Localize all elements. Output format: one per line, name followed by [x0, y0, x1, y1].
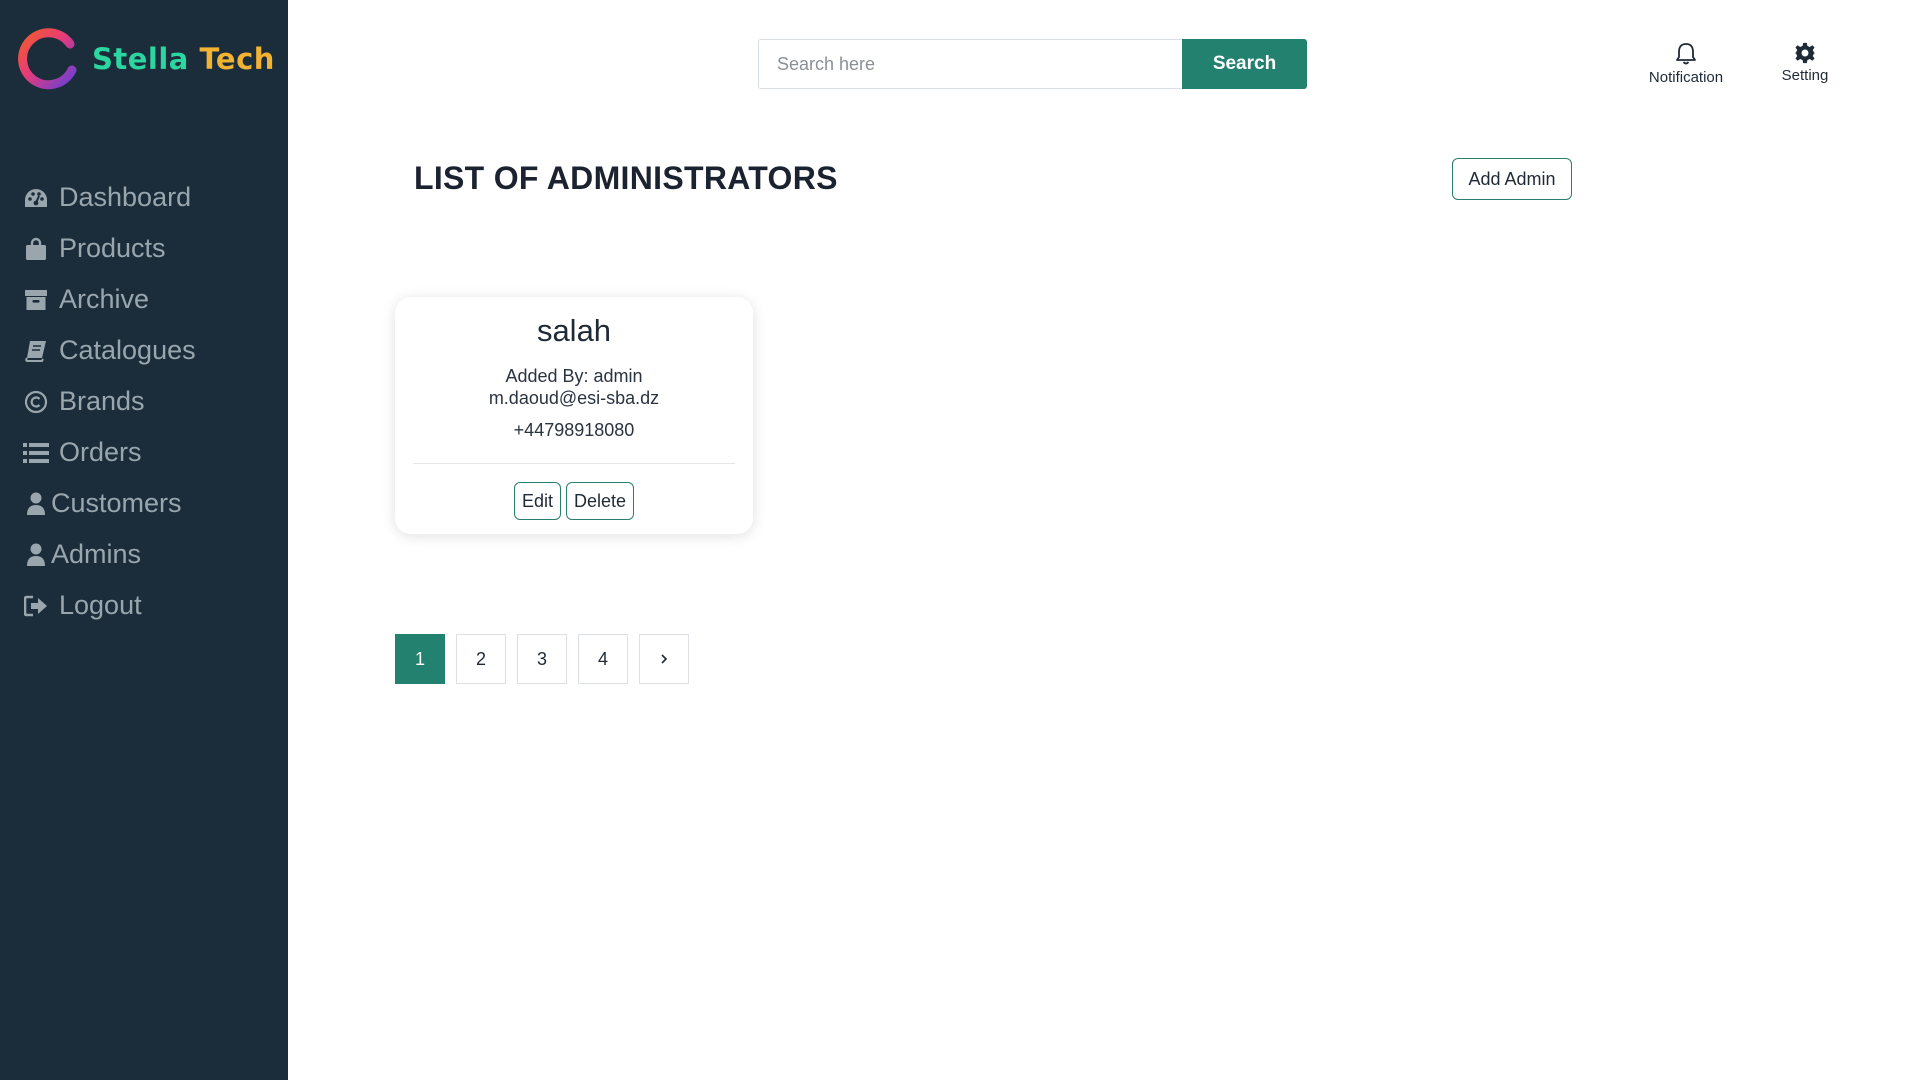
setting-label: Setting	[1781, 67, 1829, 84]
sidebar-nav: Dashboard Products Archive Catalogues Br…	[0, 172, 288, 631]
sidebar-item-products[interactable]: Products	[0, 223, 288, 274]
admin-phone: +44798918080	[513, 420, 635, 440]
page-3-button[interactable]: 3	[517, 634, 567, 684]
sidebar-item-label: Catalogues	[59, 335, 196, 365]
book-icon	[23, 338, 49, 364]
brand-name-part1: Stella	[92, 42, 189, 76]
page-1-button[interactable]: 1	[395, 634, 445, 684]
search-button[interactable]: Search	[1182, 39, 1307, 89]
sidebar: Stella Tech Dashboard Products Archive C…	[0, 0, 288, 1080]
gear-icon	[1794, 42, 1816, 64]
logo-mark-icon	[18, 28, 80, 90]
page-4-button[interactable]: 4	[578, 634, 628, 684]
notification-button[interactable]: Notification	[1636, 42, 1736, 86]
sidebar-item-label: Logout	[59, 590, 142, 620]
sidebar-item-label: Admins	[51, 539, 142, 569]
archive-icon	[23, 287, 49, 313]
sidebar-item-logout[interactable]: Logout	[0, 580, 288, 631]
user-icon	[27, 491, 45, 517]
shopping-bag-icon	[23, 236, 49, 262]
brand-name-part2: Tech	[199, 42, 275, 76]
admin-email: m.daoud@esi-sba.dz	[488, 388, 660, 408]
admin-added-by: Added By: admin	[505, 366, 643, 386]
notification-label: Notification	[1648, 69, 1724, 86]
pagination: 1 2 3 4	[395, 634, 689, 684]
card-divider	[413, 463, 735, 464]
sidebar-item-catalogues[interactable]: Catalogues	[0, 325, 288, 376]
chevron-right-icon	[661, 654, 668, 664]
list-icon	[23, 440, 49, 466]
page-title: LIST OF ADMINISTRATORS	[414, 160, 838, 196]
user-icon	[27, 542, 45, 568]
sidebar-item-dashboard[interactable]: Dashboard	[0, 172, 288, 223]
sidebar-item-label: Orders	[59, 437, 142, 467]
sidebar-item-label: Dashboard	[59, 182, 192, 212]
add-admin-button[interactable]: Add Admin	[1452, 158, 1572, 200]
sidebar-item-admins[interactable]: Admins	[0, 529, 288, 580]
sidebar-item-archive[interactable]: Archive	[0, 274, 288, 325]
sidebar-item-orders[interactable]: Orders	[0, 427, 288, 478]
admin-card: salah Added By: admin m.daoud@esi-sba.dz…	[395, 297, 753, 534]
next-page-button[interactable]	[639, 634, 689, 684]
admin-name: salah	[536, 313, 612, 348]
setting-button[interactable]: Setting	[1770, 42, 1840, 84]
sidebar-item-label: Products	[59, 233, 166, 263]
dashboard-icon	[23, 185, 49, 211]
edit-button[interactable]: Edit	[513, 482, 561, 520]
sidebar-item-customers[interactable]: Customers	[0, 478, 288, 529]
sidebar-item-label: Customers	[51, 488, 182, 518]
card-actions: Edit Delete	[395, 482, 753, 520]
brand-logo[interactable]: Stella Tech	[18, 26, 275, 92]
search-bar: Search	[758, 39, 1307, 89]
sidebar-item-brands[interactable]: Brands	[0, 376, 288, 427]
page-2-button[interactable]: 2	[456, 634, 506, 684]
delete-button[interactable]: Delete	[566, 482, 635, 520]
search-input[interactable]	[758, 39, 1182, 89]
sidebar-item-label: Brands	[59, 386, 145, 416]
copyright-icon	[23, 389, 49, 415]
brand-name: Stella Tech	[92, 42, 275, 76]
bell-icon	[1676, 43, 1696, 65]
sidebar-item-label: Archive	[59, 284, 150, 314]
logout-icon	[23, 593, 49, 619]
